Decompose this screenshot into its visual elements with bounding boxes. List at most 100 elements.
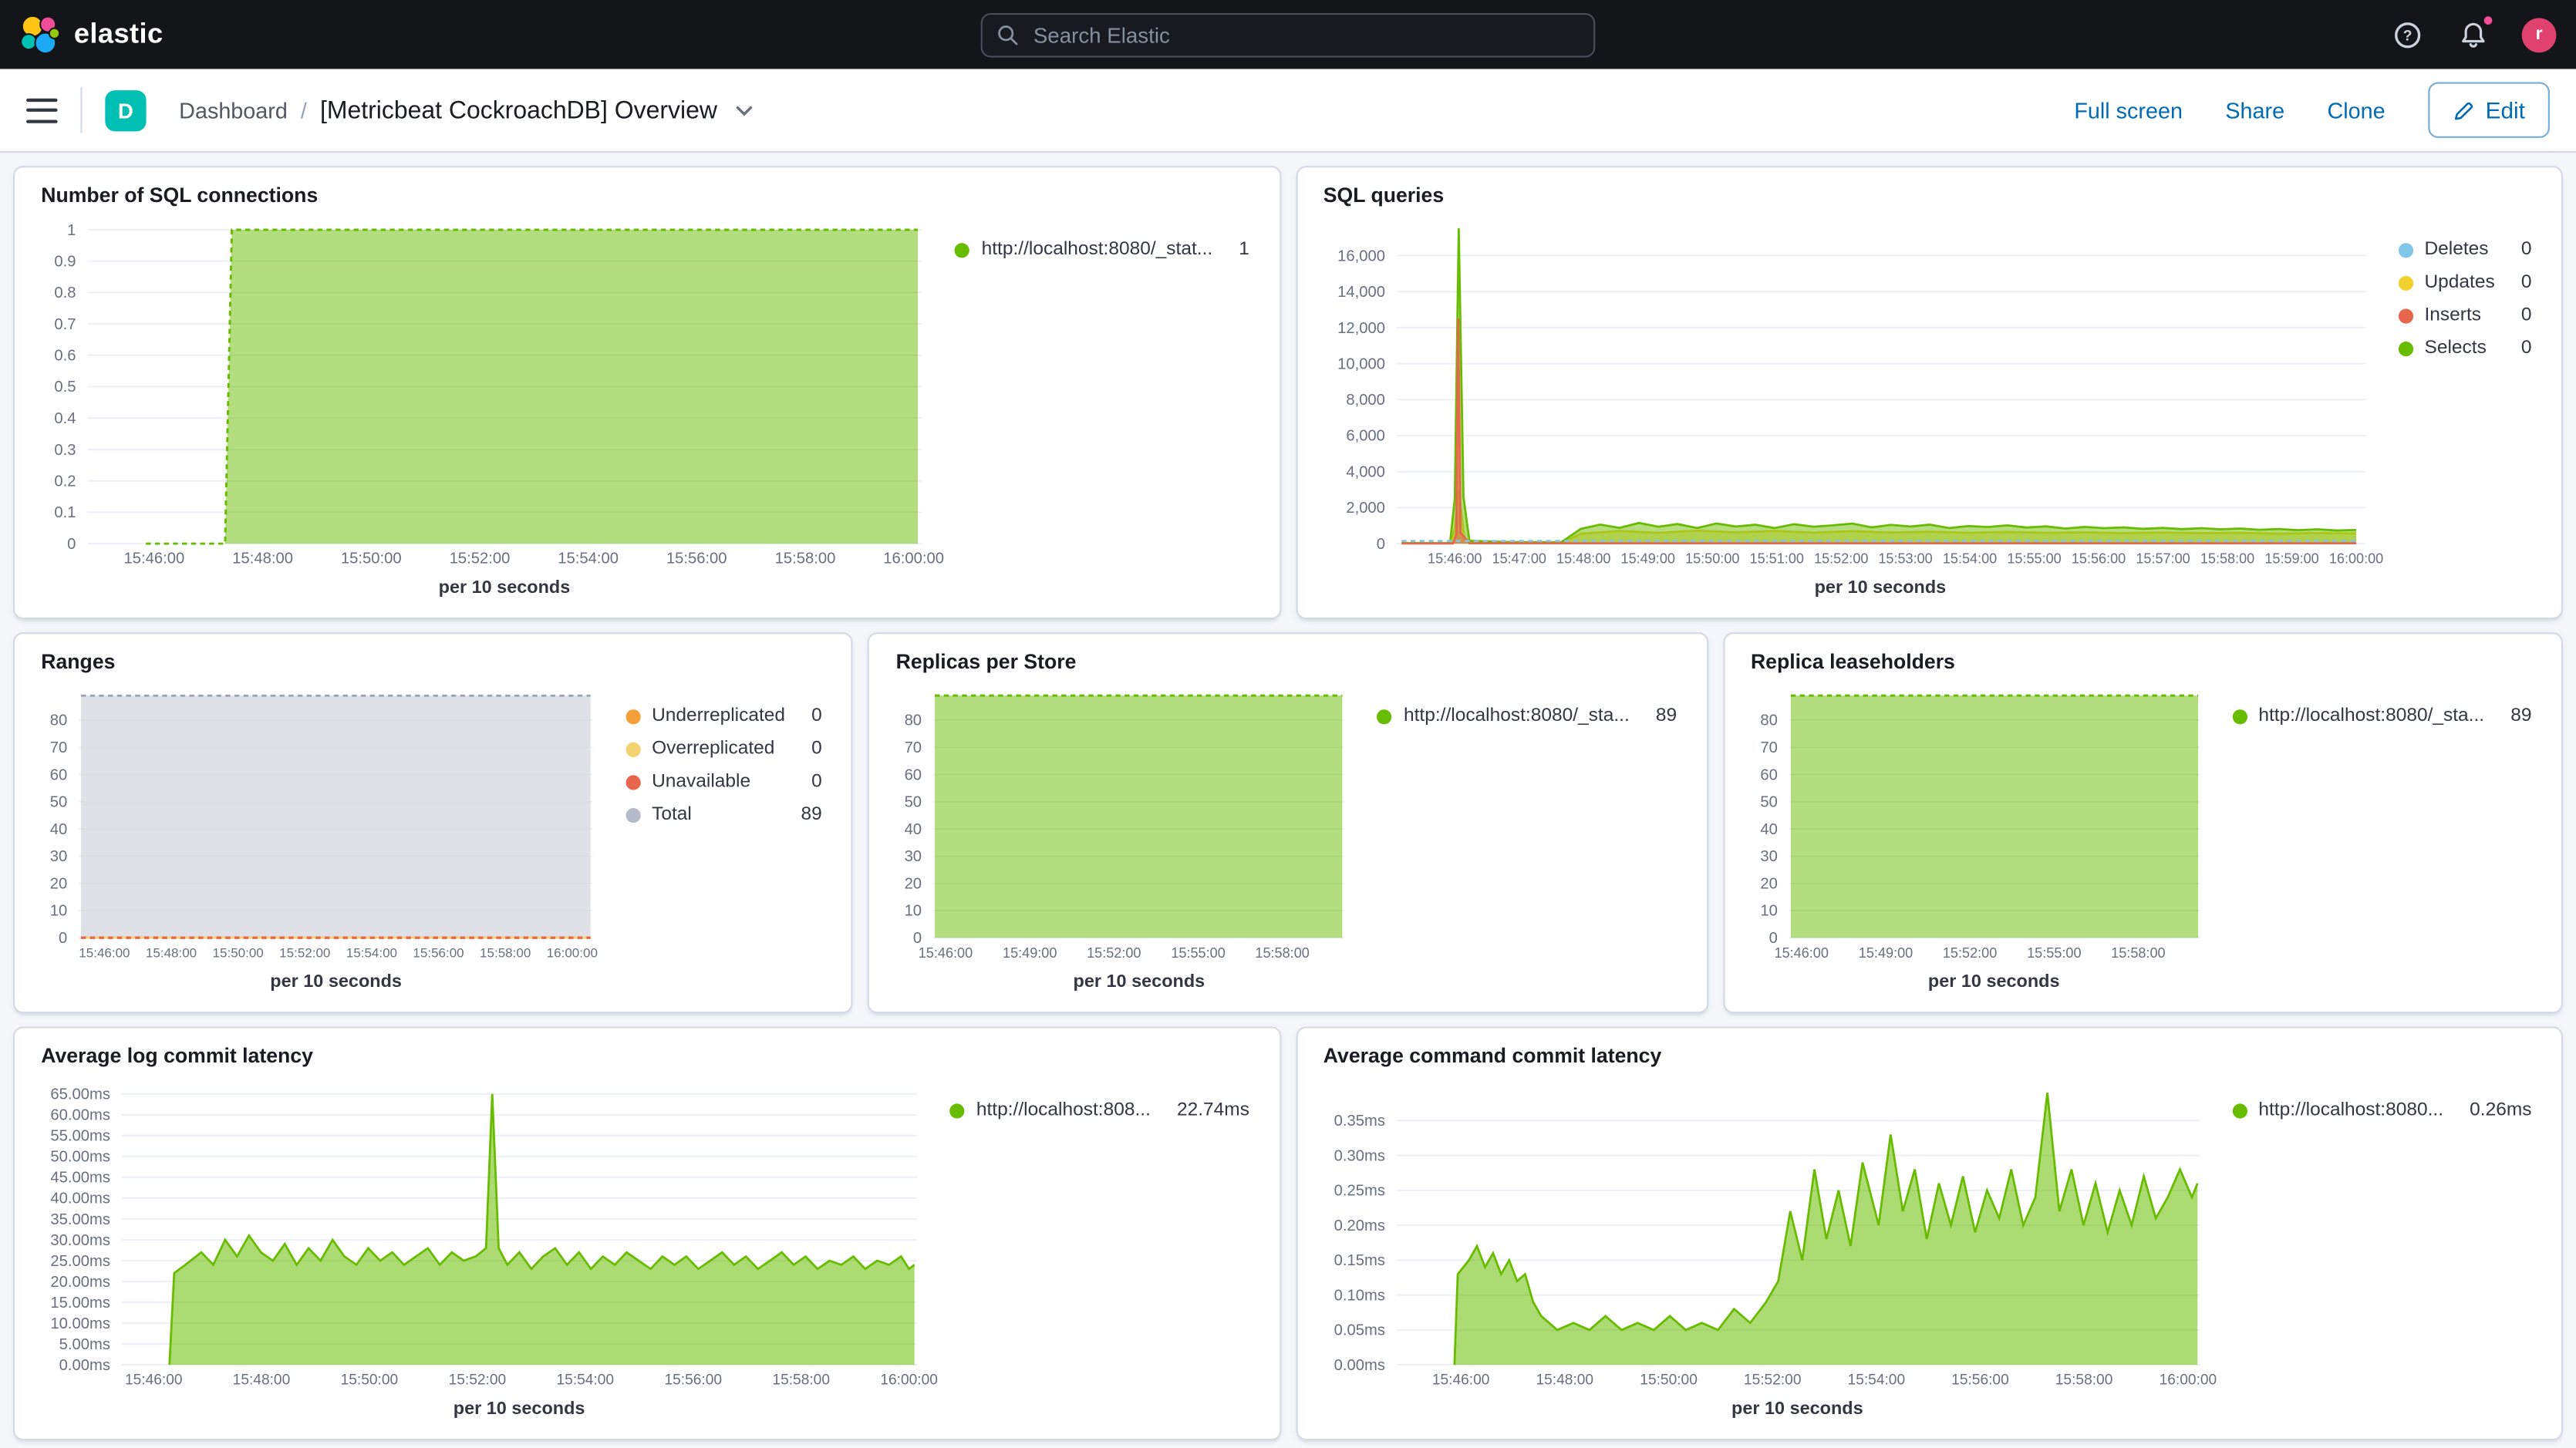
svg-text:16,000: 16,000 bbox=[1337, 248, 1384, 264]
svg-text:20.00ms: 20.00ms bbox=[50, 1274, 110, 1291]
global-search[interactable] bbox=[981, 12, 1596, 57]
svg-text:0.30ms: 0.30ms bbox=[1334, 1147, 1384, 1164]
svg-text:20: 20 bbox=[1760, 876, 1778, 893]
svg-text:30: 30 bbox=[50, 848, 67, 865]
svg-text:15:56:00: 15:56:00 bbox=[664, 1372, 722, 1389]
legend-label: http://localhost:808... bbox=[976, 1100, 1151, 1120]
notification-dot bbox=[2483, 15, 2494, 26]
svg-text:15:46:00: 15:46:00 bbox=[79, 946, 130, 961]
legend-color-dot bbox=[2232, 1103, 2247, 1117]
elastic-home-link[interactable]: elastic bbox=[20, 14, 164, 55]
elastic-logo bbox=[20, 14, 61, 55]
legend-item[interactable]: Updates0 bbox=[2398, 266, 2531, 299]
x-axis-label: per 10 seconds bbox=[87, 578, 922, 604]
svg-text:70: 70 bbox=[905, 739, 922, 756]
legend-item[interactable]: Overreplicated0 bbox=[625, 732, 822, 766]
legend-item[interactable]: http://localhost:8080/_sta...89 bbox=[2232, 699, 2531, 732]
svg-text:15:58:00: 15:58:00 bbox=[2110, 945, 2164, 961]
search-input[interactable] bbox=[1030, 21, 1579, 49]
ranges-area-chart[interactable]: 0102030405060708015:46:0015:48:0015:50:0… bbox=[41, 683, 602, 965]
dashboard-grid: Number of SQL connections 00.10.20.30.40… bbox=[0, 153, 2576, 1448]
sql-queries-area-chart[interactable]: 02,0004,0006,0008,00010,00012,00014,0001… bbox=[1323, 217, 2375, 571]
svg-text:15:56:00: 15:56:00 bbox=[2071, 551, 2125, 567]
replicas-per-store-area-chart[interactable]: 0102030405060708015:46:0015:49:0015:52:0… bbox=[896, 683, 1354, 965]
panel-average-log-commit-latency: Average log commit latency 0.00ms5.00ms1… bbox=[13, 1026, 1280, 1440]
svg-text:15:48:00: 15:48:00 bbox=[233, 1372, 291, 1389]
svg-text:16:00:00: 16:00:00 bbox=[880, 1372, 938, 1389]
legend-item[interactable]: Selects0 bbox=[2398, 332, 2531, 365]
legend-label: http://localhost:8080/_sta... bbox=[2258, 706, 2484, 726]
legend-value: 89 bbox=[2484, 706, 2531, 726]
svg-text:15:46:00: 15:46:00 bbox=[1427, 551, 1481, 567]
svg-text:80: 80 bbox=[50, 712, 67, 729]
svg-text:60.00ms: 60.00ms bbox=[50, 1107, 110, 1124]
svg-text:15:54:00: 15:54:00 bbox=[557, 1372, 615, 1389]
x-axis-label: per 10 seconds bbox=[1789, 972, 2200, 998]
svg-text:40: 40 bbox=[50, 821, 67, 838]
edit-button[interactable]: Edit bbox=[2428, 83, 2550, 138]
legend-color-dot bbox=[2398, 275, 2412, 290]
user-avatar[interactable]: r bbox=[2522, 17, 2557, 52]
legend-item[interactable]: Unavailable0 bbox=[625, 766, 822, 799]
legend-item[interactable]: Total89 bbox=[625, 798, 822, 831]
help-icon[interactable]: ? bbox=[2390, 18, 2423, 51]
svg-text:15:46:00: 15:46:00 bbox=[919, 945, 973, 961]
full-screen-link[interactable]: Full screen bbox=[2074, 98, 2183, 123]
panel-title: Replica leaseholders bbox=[1751, 651, 2535, 674]
svg-text:15:46:00: 15:46:00 bbox=[1774, 945, 1828, 961]
breadcrumb: Dashboard / [Metricbeat CockroachDB] Ove… bbox=[179, 96, 751, 124]
legend-color-dot bbox=[2398, 341, 2412, 355]
panel-title: SQL queries bbox=[1323, 184, 2535, 207]
svg-text:16:00:00: 16:00:00 bbox=[2159, 1372, 2217, 1389]
replica-leaseholders-area-chart[interactable]: 0102030405060708015:46:0015:49:0015:52:0… bbox=[1751, 683, 2209, 965]
chevron-down-icon[interactable] bbox=[735, 104, 751, 116]
legend-label: Selects bbox=[2424, 338, 2486, 359]
legend-item[interactable]: http://localhost:808...22.74ms bbox=[950, 1094, 1249, 1127]
panel-sql-queries: SQL queries 02,0004,0006,0008,00010,0001… bbox=[1296, 166, 2563, 619]
svg-text:55.00ms: 55.00ms bbox=[50, 1128, 110, 1145]
svg-text:15:57:00: 15:57:00 bbox=[2135, 551, 2189, 567]
panel-title: Average command commit latency bbox=[1323, 1045, 2535, 1068]
svg-text:15:52:00: 15:52:00 bbox=[1743, 1372, 1801, 1389]
legend-item[interactable]: Inserts0 bbox=[2398, 299, 2531, 332]
svg-text:10: 10 bbox=[50, 903, 67, 920]
legend-item[interactable]: Deletes0 bbox=[2398, 233, 2531, 266]
svg-text:15:50:00: 15:50:00 bbox=[1684, 551, 1738, 567]
svg-text:5.00ms: 5.00ms bbox=[59, 1336, 110, 1353]
svg-text:?: ? bbox=[2402, 28, 2412, 44]
svg-text:60: 60 bbox=[50, 766, 67, 783]
panel-average-command-commit-latency: Average command commit latency 0.00ms0.0… bbox=[1296, 1026, 2563, 1440]
svg-text:0.8: 0.8 bbox=[54, 285, 76, 301]
log-commit-latency-area-chart[interactable]: 0.00ms5.00ms10.00ms15.00ms20.00ms25.00ms… bbox=[41, 1077, 927, 1392]
legend-item[interactable]: http://localhost:8080/_stat...1 bbox=[956, 233, 1249, 266]
svg-text:4,000: 4,000 bbox=[1345, 464, 1384, 481]
panel-title: Ranges bbox=[41, 651, 825, 674]
share-link[interactable]: Share bbox=[2225, 98, 2284, 123]
panel-title: Average log commit latency bbox=[41, 1045, 1253, 1068]
pencil-icon bbox=[2453, 99, 2474, 121]
svg-text:15:48:00: 15:48:00 bbox=[1535, 1372, 1593, 1389]
clone-link[interactable]: Clone bbox=[2327, 98, 2385, 123]
svg-text:80: 80 bbox=[1760, 712, 1778, 729]
legend-item[interactable]: http://localhost:8080/_sta...89 bbox=[1377, 699, 1677, 732]
menu-icon[interactable] bbox=[26, 98, 57, 123]
svg-text:15:56:00: 15:56:00 bbox=[666, 551, 727, 567]
command-commit-latency-area-chart[interactable]: 0.00ms0.05ms0.10ms0.15ms0.20ms0.25ms0.30… bbox=[1323, 1077, 2210, 1392]
chart-legend: http://localhost:808...22.74ms bbox=[927, 1077, 1253, 1126]
legend-color-dot bbox=[625, 807, 640, 822]
svg-text:15:48:00: 15:48:00 bbox=[146, 946, 197, 961]
svg-text:15:58:00: 15:58:00 bbox=[1256, 945, 1310, 961]
legend-item[interactable]: Underreplicated0 bbox=[625, 699, 822, 732]
sql-connections-area-chart[interactable]: 00.10.20.30.40.50.60.70.80.9115:46:0015:… bbox=[41, 217, 932, 571]
legend-item[interactable]: http://localhost:8080...0.26ms bbox=[2232, 1094, 2531, 1127]
breadcrumb-dashboard-link[interactable]: Dashboard bbox=[179, 98, 288, 123]
svg-text:15:50:00: 15:50:00 bbox=[1639, 1372, 1697, 1389]
edit-button-label: Edit bbox=[2486, 97, 2525, 123]
legend-value: 0 bbox=[2495, 273, 2532, 293]
svg-text:45.00ms: 45.00ms bbox=[50, 1170, 110, 1187]
svg-text:70: 70 bbox=[50, 739, 67, 756]
svg-text:6,000: 6,000 bbox=[1345, 428, 1384, 445]
legend-label: Overreplicated bbox=[652, 739, 774, 759]
legend-value: 0 bbox=[785, 706, 822, 726]
newsfeed-bell-icon[interactable] bbox=[2456, 18, 2489, 51]
